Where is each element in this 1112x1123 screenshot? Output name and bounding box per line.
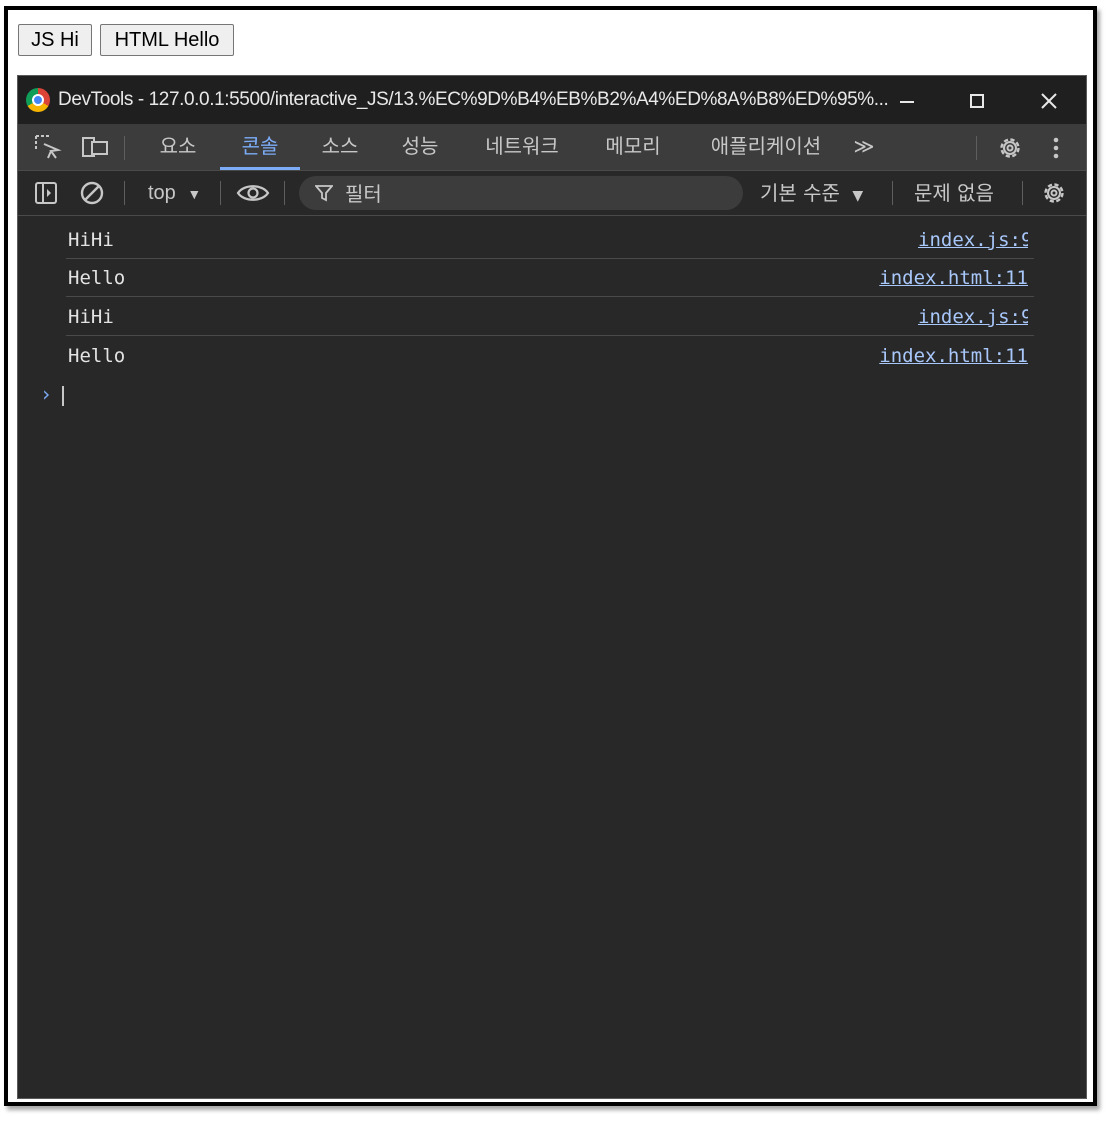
close-button[interactable] [1034, 86, 1064, 116]
console-settings-gear-icon[interactable] [1040, 179, 1068, 207]
chevron-down-icon: ▼ [852, 188, 864, 204]
filter-input[interactable] [343, 176, 727, 212]
panel-tab-bar: 요소 콘솔 소스 성능 네트워크 메모리 애플리케이션 ≫ [18, 124, 1086, 171]
toolbar-divider [1022, 181, 1023, 205]
devtools-titlebar: DevTools - 127.0.0.1:5500/interactive_JS… [18, 76, 1086, 124]
inspect-element-icon[interactable] [34, 134, 62, 162]
tab-performance[interactable]: 성능 [390, 124, 450, 170]
chevron-down-icon: ▼ [187, 186, 202, 202]
log-message: Hello [68, 345, 126, 367]
toolbar-divider [124, 181, 125, 205]
context-selector[interactable]: top ▼ [148, 171, 201, 216]
toolbar-divider [124, 136, 125, 160]
toolbar-divider [284, 181, 285, 205]
toolbar-divider [220, 181, 221, 205]
more-tabs-icon[interactable]: ≫ [844, 124, 884, 170]
minimize-button[interactable] [892, 86, 922, 116]
console-log-row: HiHi index.js:9 [66, 298, 1034, 336]
console-log-row: Hello index.html:11 [66, 337, 1034, 375]
log-message: HiHi [68, 306, 114, 328]
sidebar-toggle-icon[interactable] [32, 179, 60, 207]
tab-elements[interactable]: 요소 [148, 124, 208, 170]
window-title: DevTools - 127.0.0.1:5500/interactive_JS… [58, 89, 888, 110]
devtools-window: DevTools - 127.0.0.1:5500/interactive_JS… [17, 75, 1087, 1099]
log-source-link[interactable]: index.js:9 [918, 306, 1028, 328]
console-toolbar: top ▼ 기본 수준 ▼ 문제 없음 [18, 171, 1086, 216]
close-icon [1041, 93, 1057, 109]
filter-box[interactable] [299, 176, 743, 212]
context-selector-label: top [148, 182, 176, 204]
console-input-cursor[interactable] [62, 386, 64, 406]
log-message: Hello [68, 267, 126, 289]
toolbar-divider [892, 181, 893, 205]
clear-console-icon[interactable] [78, 179, 106, 207]
live-expression-eye-icon[interactable] [236, 179, 270, 207]
settings-gear-icon[interactable] [996, 134, 1024, 162]
tab-sources[interactable]: 소스 [310, 124, 370, 170]
tab-application[interactable]: 애플리케이션 [698, 124, 834, 170]
tab-console[interactable]: 콘솔 [220, 124, 300, 170]
maximize-button[interactable] [962, 86, 992, 116]
tab-network[interactable]: 네트워크 [472, 124, 572, 170]
tab-memory[interactable]: 메모리 [596, 124, 670, 170]
log-level-selector[interactable]: 기본 수준 ▼ [760, 171, 863, 218]
filter-funnel-icon [315, 185, 333, 202]
log-level-label: 기본 수준 [760, 181, 840, 205]
log-source-link[interactable]: index.html:11 [879, 267, 1028, 289]
issues-indicator[interactable]: 문제 없음 [914, 171, 994, 215]
html-hello-button[interactable]: HTML Hello [100, 24, 234, 56]
js-hi-button[interactable]: JS Hi [18, 24, 92, 56]
log-source-link[interactable]: index.html:11 [879, 345, 1028, 367]
more-options-icon[interactable] [1046, 134, 1074, 162]
console-log-row: Hello index.html:11 [66, 259, 1034, 297]
console-log-row: HiHi index.js:9 [66, 221, 1034, 259]
console-prompt-chevron-icon: › [40, 382, 53, 406]
log-message: HiHi [68, 229, 114, 251]
chrome-logo-icon [26, 88, 50, 112]
device-toolbar-icon[interactable] [80, 134, 108, 162]
log-source-link[interactable]: index.js:9 [918, 229, 1028, 251]
toolbar-divider [976, 136, 977, 160]
